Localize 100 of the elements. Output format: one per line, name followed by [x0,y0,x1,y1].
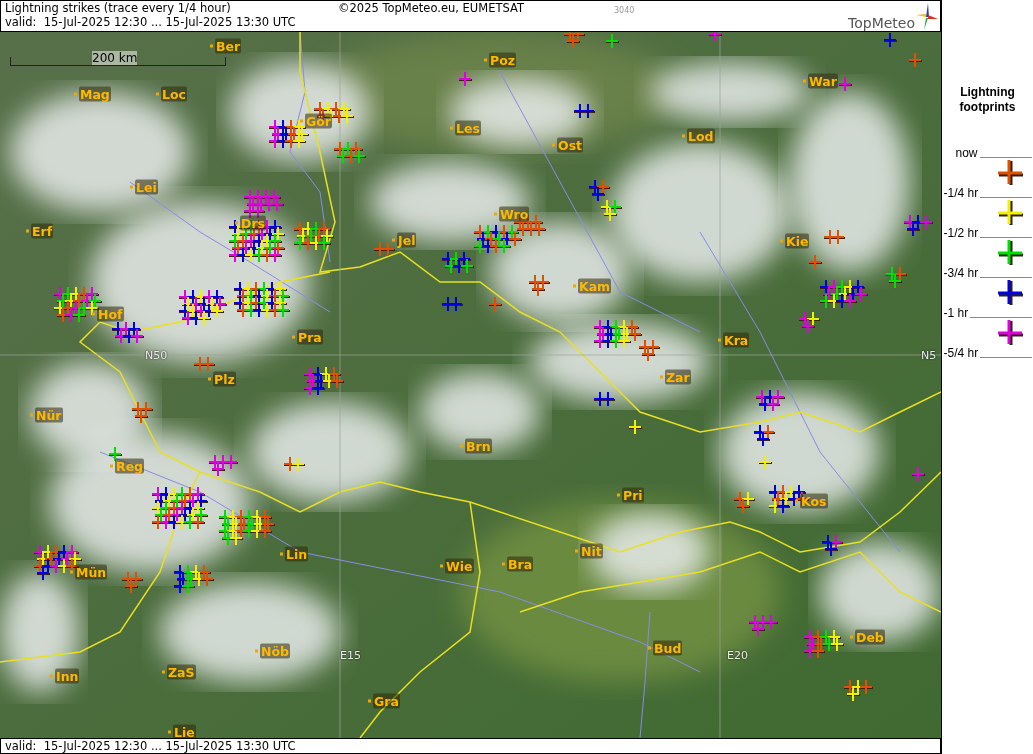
lightning-cluster [883,32,898,48]
lightning-cluster [293,221,335,251]
lightning-cluster [208,454,239,477]
lightning-cluster [121,571,144,594]
city-label: Wro [499,206,530,222]
pinwheel-logo-icon [916,3,938,31]
lightning-cluster [733,491,756,514]
city-label: Kra [723,332,750,348]
lightning-cluster [885,266,908,289]
time-label: -1/4 hr [943,187,979,199]
city-label: Inn [55,668,80,684]
city-label: Loc [161,86,187,102]
lightning-cluster [838,76,853,92]
lightning-cluster [628,419,643,435]
lightning-cluster [605,33,620,49]
lightning-cluster [588,179,611,202]
city-label: Zar [665,369,691,385]
valid-time: valid: 15-Jul-2025 12:30 ... 15-Jul-2025 13:30 UTC [5,739,296,753]
city-label: Nöb [260,643,290,659]
map-title: Lightning strikes (trace every 1/4 hour) [5,1,232,15]
lightning-cluster [441,296,464,312]
legend-title: Lightning footprints [958,85,1017,115]
city-label: Bud [653,640,683,656]
lightning-cluster [563,32,586,49]
city-label: Ber [215,38,242,54]
grid-label: E20 [727,649,748,662]
city-label: Kie [785,233,810,249]
city-label: Ost [557,137,584,153]
lightning-cluster [819,279,869,309]
lightning-cluster [111,321,145,344]
lightning-cluster [903,214,934,237]
time-label: now [955,147,978,159]
city-label: Reg [115,458,145,474]
lightning-cluster [233,281,291,318]
lightning-cluster [333,141,367,164]
city-label: Gra [373,693,400,709]
city-label: Kos [800,493,828,509]
city-label: Deb [855,629,885,645]
city-label: Poz [489,52,517,68]
grid-label: N5 [921,349,937,362]
city-label: Jel [397,232,417,248]
city-label: ZaS [167,664,196,680]
lightning-cluster [593,391,616,407]
lightning-cluster [808,254,823,270]
city-label: Mün [75,564,108,580]
time-label: -3/4 hr [943,267,979,279]
lightning-cluster [283,456,306,472]
copyright-text: ©2025 TopMeteo.eu, EUMETSAT [338,1,524,15]
time-label: -1 hr [943,307,969,319]
lightning-cluster [173,564,215,594]
lightning-cluster [108,446,123,462]
city-label: Nür [35,407,63,423]
city-label: Les [455,120,481,136]
grid-label: E15 [340,649,361,662]
lightning-cluster [843,679,874,702]
city-label: Brn [465,438,492,454]
lightning-cluster [708,32,723,42]
lightning-cluster [218,509,276,546]
lightning-cluster [151,486,209,530]
city-label: Wie [445,558,474,574]
city-label: Gör [305,113,332,129]
city-label: Lod [687,128,715,144]
lightning-cluster [131,401,154,424]
lightning-cluster [488,296,503,312]
lightning-cluster [193,356,216,372]
lightning-cluster [823,229,846,245]
scale-label: 200 km [92,51,138,65]
city-label: Nit [580,543,603,559]
lightning-cluster [821,534,844,557]
city-label: War [808,73,838,89]
city-label: Hof [97,306,124,322]
lightning-cluster [755,389,786,412]
lightning-cluster [803,629,845,659]
lightning-cluster [373,241,396,257]
lightning-cluster [303,366,345,396]
city-label: Erf [31,223,54,239]
city-label: Mag [79,86,111,102]
time-label: -5/4 hr [943,347,979,359]
lightning-cluster [528,274,551,297]
city-label: Lei [135,179,158,195]
time-label: -1/2 hr [943,227,979,239]
city-label: Plz [213,371,236,387]
lightning-cluster [458,71,473,87]
lightning-cluster [600,199,623,222]
city-label: Lin [285,546,309,562]
city-label: Pri [622,487,644,503]
lightning-cluster [908,52,923,68]
city-label: Bra [507,556,534,572]
lightning-cluster [748,614,779,637]
lightning-cluster [178,289,228,326]
logo-text: TopMeteo [848,15,915,31]
lightning-cluster [758,454,773,470]
lightning-cluster [753,424,776,447]
city-label: Pra [297,329,323,345]
city-label: Kam [578,278,612,294]
grid-label: N50 [145,349,168,362]
code-label: 3040 [614,6,635,15]
valid-time: valid: 15-Jul-2025 12:30 ... 15-Jul-2025 13:30 UTC [5,15,297,29]
lightning-cluster [911,466,926,482]
lightning-cluster [573,103,596,119]
